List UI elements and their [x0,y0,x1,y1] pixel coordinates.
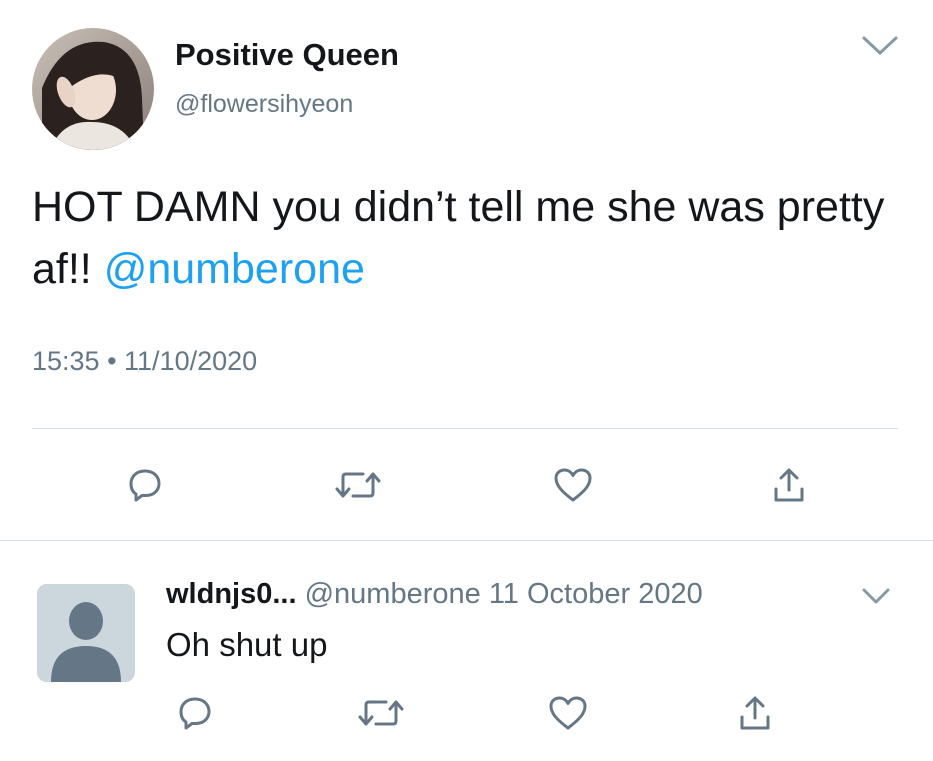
avatar[interactable] [37,584,135,682]
retweet-icon [335,472,381,498]
display-name[interactable]: Positive Queen [175,37,399,73]
retweet-icon [358,700,404,726]
reply-icon [179,697,211,730]
chevron-down-icon[interactable] [860,33,900,59]
share-button[interactable] [764,460,814,510]
like-icon [549,696,587,730]
reply-date[interactable]: 11 October 2020 [489,578,703,610]
divider [32,428,898,429]
like-button[interactable] [548,460,598,510]
like-button[interactable] [543,688,593,738]
reply-text: Oh shut up [166,626,328,663]
mention-link[interactable]: @numberone [104,245,365,293]
user-handle[interactable]: @flowersihyeon [175,90,353,119]
reply-button[interactable] [170,688,220,738]
share-icon [740,696,770,730]
reply-button[interactable] [120,460,170,510]
divider [0,540,933,541]
reply-header: wldnjs0... @numberone 11 October 2020 [166,578,703,611]
avatar[interactable] [32,28,154,150]
retweet-button[interactable] [356,688,406,738]
tweet-text: HOT DAMN you didn’t tell me she was pret… [32,176,892,300]
share-button[interactable] [730,688,780,738]
reply-icon [129,469,161,502]
timestamp[interactable]: 15:35 • 11/10/2020 [32,346,257,377]
chevron-down-icon[interactable] [860,586,892,606]
default-avatar-icon [37,584,135,682]
share-icon [774,468,804,502]
reply-display-name[interactable]: wldnjs0... [166,578,297,610]
retweet-button[interactable] [333,460,383,510]
like-icon [554,468,592,502]
reply-handle[interactable]: @numberone [305,578,481,610]
